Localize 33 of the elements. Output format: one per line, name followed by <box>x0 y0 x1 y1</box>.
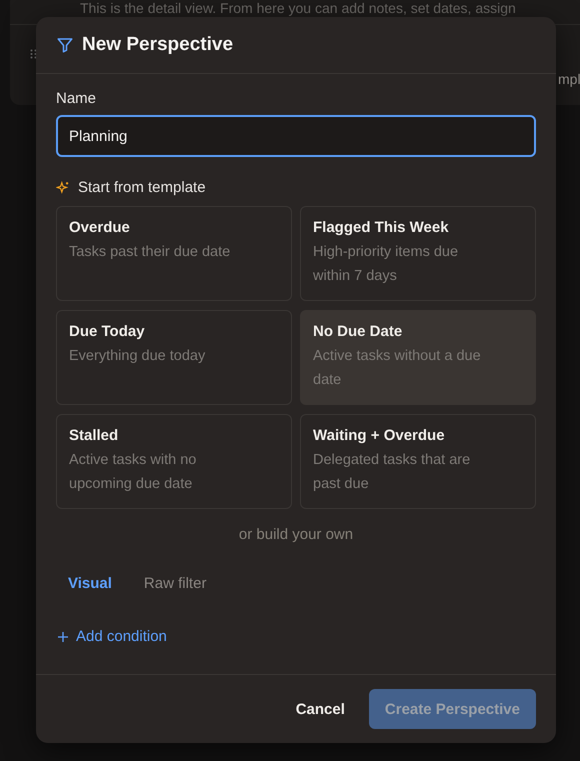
template-title: Waiting + Overdue <box>313 427 446 444</box>
dialog-title: New Perspective <box>82 34 234 56</box>
add-condition-button[interactable]: Add condition <box>56 628 169 645</box>
sparkle-icon <box>56 180 70 194</box>
template-card[interactable]: Stalled Active tasks with no upcoming due date <box>56 414 292 509</box>
mode-tab[interactable]: Raw filter <box>132 571 218 596</box>
template-card[interactable]: Waiting + Overdue Delegated tasks that are past due <box>300 414 536 509</box>
template-label: Start from template <box>78 179 206 196</box>
drag-handle-icon <box>30 49 38 59</box>
template-card[interactable]: Flagged This Week High-priority items due within 7 days <box>300 206 536 301</box>
filter-icon <box>56 36 74 54</box>
template-description: Delegated tasks that are past due <box>313 451 472 494</box>
build-own-text: or build your own <box>238 526 354 543</box>
template-card[interactable]: Overdue Tasks past their due date <box>56 206 292 301</box>
template-description: Everything due today <box>69 347 206 366</box>
template-card[interactable]: No Due Date Active tasks without a due date <box>300 310 536 405</box>
template-description: Active tasks without a due date <box>313 347 482 390</box>
mode-tab[interactable]: Visual <box>56 571 124 596</box>
template-title: No Due Date <box>313 323 404 340</box>
plus-icon <box>58 632 68 642</box>
side-text: mpl <box>558 71 580 87</box>
template-description: Tasks past their due date <box>69 243 232 262</box>
name-input[interactable]: Planning <box>56 115 536 157</box>
detail-text: This is the detail view. From here you can add notes, set dates, assign <box>80 0 516 16</box>
name-label: Name <box>56 90 98 107</box>
template-title: Due Today <box>69 323 146 340</box>
cancel-button[interactable]: Cancel <box>296 689 345 729</box>
template-description: High-priority items due within 7 days <box>313 243 460 286</box>
template-description: Active tasks with no upcoming due date <box>69 451 198 494</box>
template-title: Stalled <box>69 427 120 444</box>
template-title: Flagged This Week <box>313 219 450 236</box>
template-title: Overdue <box>69 219 131 236</box>
template-card[interactable]: Due Today Everything due today <box>56 310 292 405</box>
